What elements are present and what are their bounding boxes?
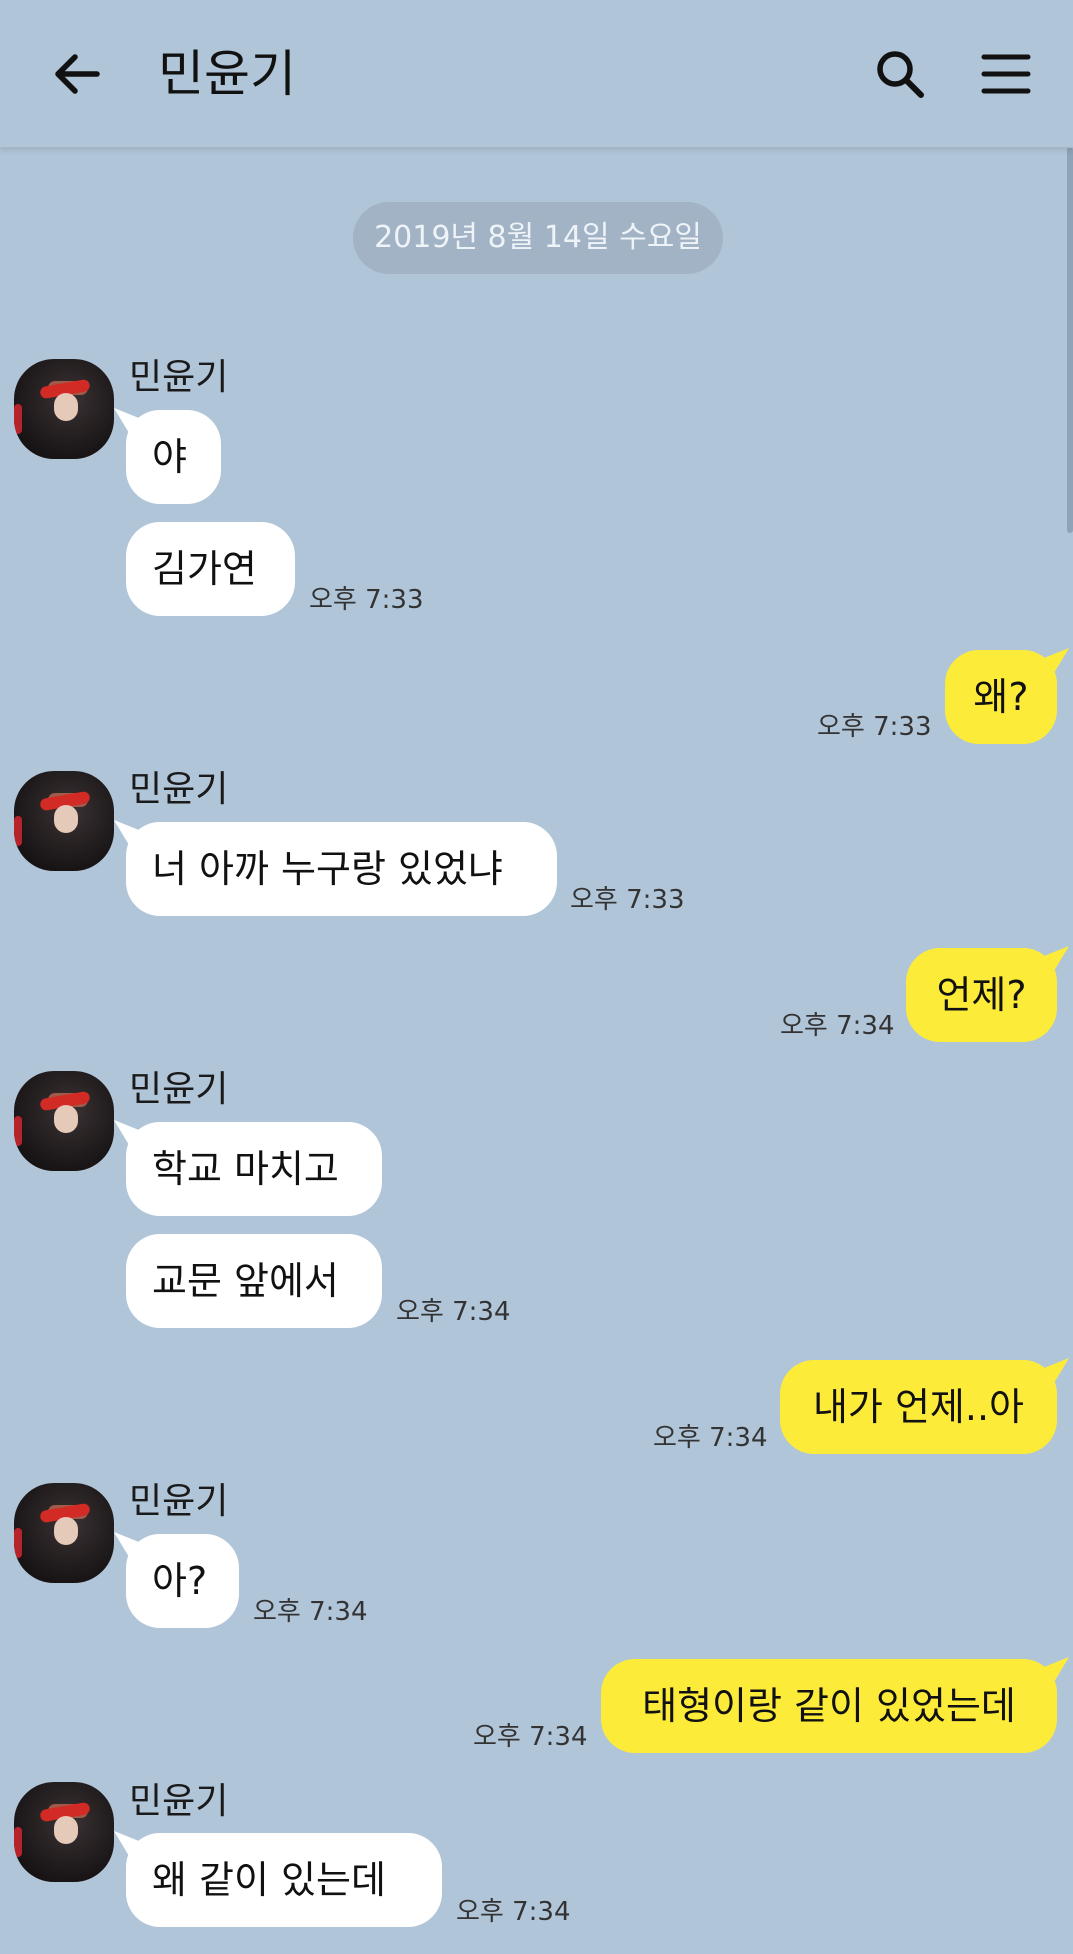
outgoing-message-bubble[interactable]: 태형이랑 같이 있었는데 [601,1659,1057,1753]
message-timestamp: 오후 7:33 [817,712,932,742]
chat-header: 민윤기 [0,0,1073,148]
message-timestamp: 오후 7:34 [396,1297,511,1327]
message-timestamp: 오후 7:34 [653,1423,768,1453]
message-timestamp: 오후 7:33 [309,585,424,615]
sender-name: 민윤기 [129,1781,229,1822]
incoming-message-bubble[interactable]: 야 [126,410,221,504]
outgoing-message-bubble[interactable]: 왜? [945,650,1057,744]
date-divider: 2019년 8월 14일 수요일 [353,202,723,274]
incoming-message-bubble[interactable]: 너 아까 누구랑 있었냐 [126,822,557,916]
sender-name: 민윤기 [129,1481,229,1522]
scrollbar[interactable] [1067,147,1073,533]
search-icon [877,51,924,98]
search-button[interactable] [870,44,930,104]
chat-title: 민윤기 [158,45,296,103]
menu-button[interactable] [976,44,1036,104]
avatar[interactable] [14,1483,114,1583]
incoming-message-bubble[interactable]: 학교 마치고 [126,1122,382,1216]
incoming-message-bubble[interactable]: 김가연 [126,522,295,616]
back-button[interactable] [46,44,106,104]
incoming-message-bubble[interactable]: 아? [126,1534,239,1628]
sender-name: 민윤기 [129,357,229,398]
sender-name: 민윤기 [129,1069,229,1110]
incoming-message-bubble[interactable]: 교문 앞에서 [126,1234,382,1328]
message-timestamp: 오후 7:33 [570,885,685,915]
message-timestamp: 오후 7:34 [253,1597,368,1627]
hamburger-menu-icon [981,54,1031,94]
outgoing-message-bubble[interactable]: 언제? [906,948,1057,1042]
incoming-message-bubble[interactable]: 왜 같이 있는데 [126,1833,442,1927]
message-timestamp: 오후 7:34 [780,1011,895,1041]
sender-name: 민윤기 [129,769,229,810]
avatar[interactable] [14,771,114,871]
avatar[interactable] [14,1782,114,1882]
message-timestamp: 오후 7:34 [473,1722,588,1752]
outgoing-message-bubble[interactable]: 내가 언제..아 [780,1360,1057,1454]
avatar[interactable] [14,359,114,459]
back-arrow-icon [55,54,100,94]
avatar[interactable] [14,1071,114,1171]
message-timestamp: 오후 7:34 [456,1897,571,1927]
